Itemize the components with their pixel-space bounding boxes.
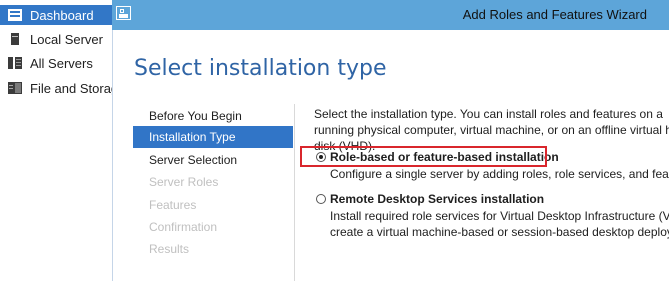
sidebar-item-label: Dashboard <box>30 7 94 23</box>
wizard-body: Select installation type Before You Begi… <box>112 30 669 281</box>
file-storage-icon <box>8 82 22 94</box>
sidebar-item-all-servers[interactable]: All Servers <box>8 53 112 73</box>
wizard-title-bar[interactable]: Add Roles and Features Wizard <box>112 0 669 30</box>
step-installation-type[interactable]: Installation Type <box>133 126 293 148</box>
step-before-you-begin[interactable]: Before You Begin <box>133 105 293 127</box>
option-label[interactable]: Remote Desktop Services installation <box>330 192 544 206</box>
option-description: Configure a single server by adding role… <box>330 167 669 181</box>
window-title: Add Roles and Features Wizard <box>462 7 647 22</box>
radio-remote-desktop[interactable] <box>316 194 326 204</box>
step-confirmation: Confirmation <box>149 220 218 234</box>
server-manager-sidebar: Dashboard Local Server All Servers File … <box>0 0 113 281</box>
option-description: Install required role services for Virtu… <box>330 209 669 239</box>
sidebar-item-file-storage[interactable]: File and Storage Services <box>8 78 112 98</box>
add-roles-wizard-window: Add Roles and Features Wizard Select ins… <box>112 0 669 281</box>
nav-divider <box>294 104 295 281</box>
sidebar-item-label: Local Server <box>30 31 103 47</box>
local-server-icon <box>11 33 19 45</box>
sidebar-item-label: All Servers <box>30 55 93 71</box>
step-features: Features <box>149 198 197 212</box>
step-server-roles: Server Roles <box>149 175 219 189</box>
annotation-highlight-box <box>300 146 547 167</box>
sidebar-item-local-server[interactable]: Local Server <box>8 29 112 49</box>
sidebar-item-label: File and Storage Services <box>30 80 112 96</box>
step-server-selection[interactable]: Server Selection <box>133 149 293 171</box>
all-servers-icon <box>8 57 22 69</box>
dashboard-icon <box>8 9 22 21</box>
sidebar-item-dashboard[interactable]: Dashboard <box>0 5 112 25</box>
page-title: Select installation type <box>134 56 387 81</box>
step-results: Results <box>149 242 190 256</box>
